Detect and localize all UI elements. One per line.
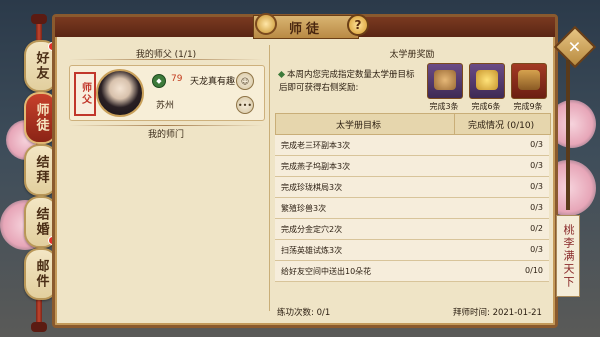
reward-title: 太学册奖励 (389, 50, 435, 60)
close-button[interactable]: ✕ (553, 25, 597, 69)
master-card[interactable]: 师父 ◆ 79 天龙真有趣 苏州 ☺ ••• (69, 65, 265, 121)
goal-text: 完成老三环副本3次 (281, 141, 351, 150)
tab-label: 邮件 (33, 259, 49, 289)
diamond-bullet-icon (277, 70, 286, 79)
goal-text: 完成珍珑棋局3次 (281, 183, 343, 192)
table-row: 完成老三环副本3次 0/3 (275, 135, 549, 156)
progress-text: 0/3 (530, 203, 543, 212)
master-tag-text: 师父 (79, 82, 91, 106)
reward-slot-3[interactable] (511, 63, 547, 99)
more-label: ••• (237, 100, 253, 110)
table-row: 完成分金定穴2次 0/2 (275, 219, 549, 240)
help-button[interactable]: ? (347, 14, 369, 36)
practice-count: 练功次数: 0/1 (277, 308, 331, 318)
emblem-icon (255, 13, 277, 35)
goal-text: 给好友空间中送出10朵花 (281, 267, 372, 276)
panel-title-text: 师徒 (288, 21, 323, 37)
table-row: 完成燕子坞副本3次 0/3 (275, 156, 549, 177)
reward-slot-2[interactable] (469, 63, 505, 99)
tab-label: 结婚 (33, 207, 49, 237)
table-row: 扫荡英雄试炼3次 0/3 (275, 240, 549, 261)
master-name: 天龙真有趣 (190, 77, 236, 87)
table-row: 繁殖珍兽3次 0/3 (275, 198, 549, 219)
progress-text: 0/3 (530, 182, 543, 191)
progress-text: 0/10 (525, 266, 543, 275)
divider (69, 59, 263, 60)
my-school-label: 我的师门 (147, 130, 184, 140)
avatar[interactable] (96, 69, 144, 117)
motto-scroll: 桃李满天下 (556, 215, 580, 297)
reward-label: 完成9条 (513, 102, 543, 111)
progress-text: 0/3 (530, 245, 543, 254)
progress-text: 0/3 (530, 140, 543, 149)
tab-label: 师徒 (33, 103, 49, 133)
table-row: 完成珍珑棋局3次 0/3 (275, 177, 549, 198)
reward-slot-1[interactable] (427, 63, 463, 99)
tab-label: 结拜 (33, 155, 49, 185)
goal-text: 完成分金定穴2次 (281, 225, 343, 234)
gold-ingot-icon (476, 70, 498, 90)
profile-icon[interactable]: ☺ (236, 72, 254, 90)
goal-text: 扫荡英雄试炼3次 (281, 246, 343, 255)
close-icon: ✕ (568, 37, 582, 57)
tab-label: 好友 (33, 51, 49, 81)
apprentice-time: 拜师时间: 2021-01-21 (453, 308, 542, 318)
more-button[interactable]: ••• (236, 96, 254, 114)
table-row: 给好友空间中送出10朵花 0/10 (275, 261, 549, 282)
scroll-cap (31, 322, 47, 332)
help-label: ? (354, 18, 362, 32)
goal-text: 完成燕子坞副本3次 (281, 162, 351, 171)
reward-label: 完成3条 (429, 102, 459, 111)
divider (69, 125, 263, 126)
progress-header: 完成情况 (0/10) (468, 121, 535, 131)
master-location: 苏州 (156, 101, 175, 111)
money-bag-icon (434, 70, 456, 90)
branch-decoration (566, 60, 570, 210)
master-apprentice-panel: 师徒 ? 我的师父 (1/1) 师父 ◆ 79 天龙真有趣 苏州 ☺ ••• 我… (52, 13, 558, 328)
treasure-chest-icon (518, 70, 540, 90)
table-header: 太学册目标 完成情况 (0/10) (275, 113, 551, 135)
master-tag: 师父 (74, 72, 96, 116)
progress-text: 0/3 (530, 161, 543, 170)
motto-text: 桃李满天下 (562, 223, 575, 289)
reward-description: 本周内您完成指定数量太学册目标后即可获得右侧奖励: (277, 69, 419, 95)
column-divider (269, 45, 270, 311)
header-separator (454, 114, 455, 134)
goal-header: 太学册目标 (336, 121, 382, 131)
progress-text: 0/2 (530, 224, 543, 233)
reward-label: 完成6条 (471, 102, 501, 111)
reward-description-text: 本周内您完成指定数量太学册目标后即可获得右侧奖励: (279, 70, 415, 93)
goal-text: 繁殖珍兽3次 (281, 204, 327, 213)
scroll-cap (31, 14, 47, 24)
master-level: 79 (171, 74, 183, 84)
school-badge-icon: ◆ (152, 74, 166, 88)
